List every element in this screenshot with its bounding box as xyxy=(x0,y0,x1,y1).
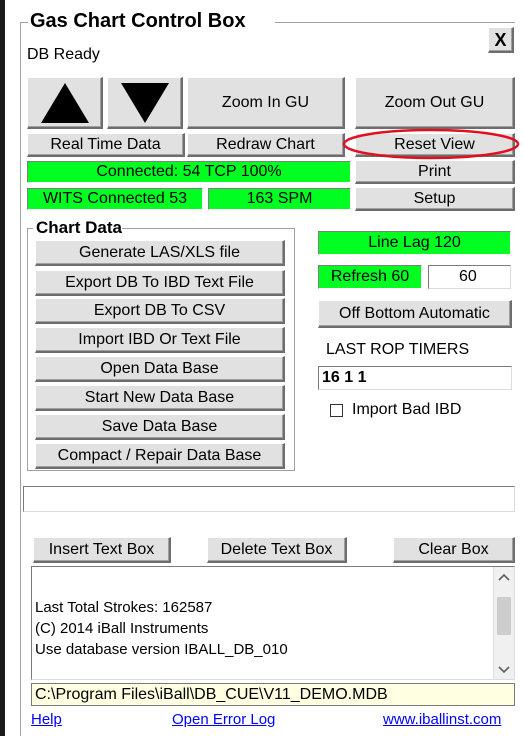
log-textarea[interactable]: Last Total Strokes: 162587 (C) 2014 iBal… xyxy=(31,566,515,680)
import-bad-label: Import Bad IBD xyxy=(352,401,462,418)
rop-timers-label: LAST ROP TIMERS xyxy=(326,341,470,358)
save-database-button[interactable]: Save Data Base xyxy=(35,414,285,440)
import-bad-checkbox[interactable] xyxy=(330,404,343,417)
scroll-down-button[interactable] xyxy=(107,77,183,129)
scroll-up-button[interactable] xyxy=(27,77,103,129)
chart-data-frame-right xyxy=(294,228,295,470)
chart-data-frame-left xyxy=(27,228,28,470)
window-title: Gas Chart Control Box xyxy=(30,10,246,32)
log-line: Last Total Strokes: 162587 xyxy=(35,599,213,616)
line-lag-status: Line Lag 120 xyxy=(318,231,511,255)
redraw-chart-button[interactable]: Redraw Chart xyxy=(187,133,345,157)
chart-data-title: Chart Data xyxy=(36,218,122,237)
export-ibd-button[interactable]: Export DB To IBD Text File xyxy=(35,270,285,296)
close-icon: X xyxy=(494,29,507,50)
chart-data-frame-top-right xyxy=(122,228,294,229)
compact-database-button[interactable]: Compact / Repair Data Base xyxy=(35,443,285,469)
print-button[interactable]: Print xyxy=(355,160,515,184)
triangle-up-icon xyxy=(40,83,89,123)
real-time-data-button[interactable]: Real Time Data xyxy=(27,133,185,157)
frame-left-line xyxy=(20,22,21,736)
rop-timers-input[interactable]: 16 1 1 xyxy=(318,366,512,390)
scroll-thumb[interactable] xyxy=(497,597,511,635)
setup-button[interactable]: Setup xyxy=(355,187,515,211)
spm-status: 163 SPM xyxy=(208,188,351,210)
refresh-input[interactable]: 60 xyxy=(428,265,511,289)
highlight-ellipse xyxy=(342,128,520,160)
open-database-button[interactable]: Open Data Base xyxy=(35,356,285,382)
clear-box-button[interactable]: Clear Box xyxy=(393,537,515,563)
wits-status: WITS Connected 53 xyxy=(27,188,203,210)
triangle-down-icon xyxy=(120,83,169,123)
refresh-status: Refresh 60 xyxy=(318,265,422,289)
zoom-out-button[interactable]: Zoom Out GU xyxy=(355,77,515,129)
frame-top-line-right xyxy=(275,22,515,23)
scroll-down-icon[interactable] xyxy=(494,659,514,679)
status-text: DB Ready xyxy=(27,46,100,63)
log-line: (C) 2014 iBall Instruments xyxy=(35,620,209,637)
chart-data-frame-bottom xyxy=(27,470,295,471)
off-bottom-button[interactable]: Off Bottom Automatic xyxy=(318,300,512,328)
frame-top-line xyxy=(20,22,28,23)
generate-las-button[interactable]: Generate LAS/XLS file xyxy=(35,240,285,266)
export-csv-button[interactable]: Export DB To CSV xyxy=(35,298,285,324)
log-line: Use database version IBALL_DB_010 xyxy=(35,641,288,658)
new-database-button[interactable]: Start New Data Base xyxy=(35,385,285,411)
zoom-in-button[interactable]: Zoom In GU xyxy=(187,77,345,129)
import-ibd-button[interactable]: Import IBD Or Text File xyxy=(35,327,285,353)
window-left-edge xyxy=(0,0,5,736)
message-input[interactable] xyxy=(23,486,515,512)
error-log-link[interactable]: Open Error Log xyxy=(172,711,275,728)
database-path: C:\Program Files\iBall\DB_CUE\V11_DEMO.M… xyxy=(31,683,515,706)
help-link[interactable]: Help xyxy=(31,711,62,728)
log-scrollbar[interactable] xyxy=(493,567,514,679)
website-link[interactable]: www.iballinst.com xyxy=(383,711,501,728)
delete-text-box-button[interactable]: Delete Text Box xyxy=(207,537,347,563)
close-button[interactable]: X xyxy=(488,27,514,53)
connection-status: Connected: 54 TCP 100% xyxy=(27,161,351,183)
chart-data-frame-top xyxy=(27,228,33,229)
insert-text-box-button[interactable]: Insert Text Box xyxy=(33,537,171,563)
scroll-up-icon[interactable] xyxy=(494,567,514,587)
